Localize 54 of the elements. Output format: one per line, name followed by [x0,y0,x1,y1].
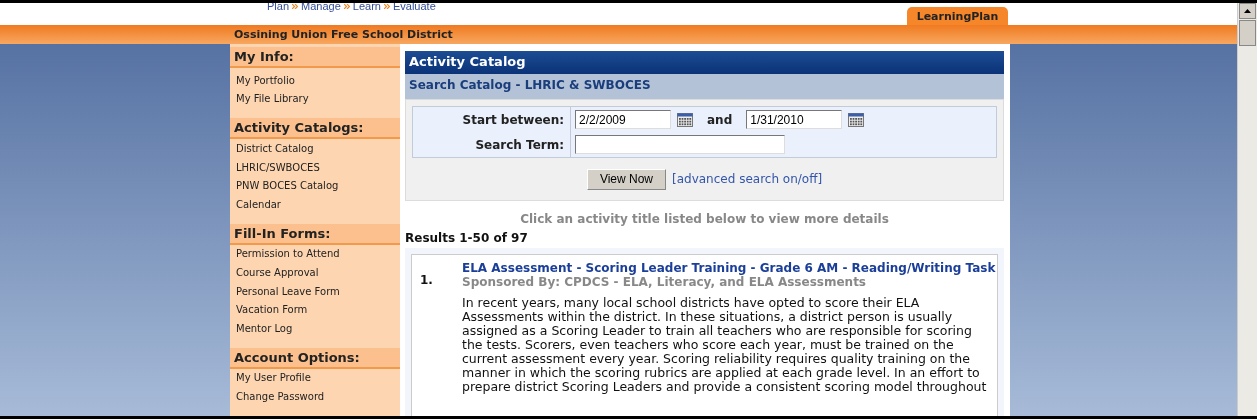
double-chevron-icon [383,3,390,9]
start-between-label: Start between: [413,107,571,132]
double-chevron-icon [343,3,350,9]
sidebar-heading: Account Options: [230,347,400,369]
scrollbar[interactable] [1237,3,1257,416]
panel-subtitle: Search Catalog - LHRIC & SWBOCES [405,74,1004,99]
description-line: current assessment every year. Scoring reliability requires quality training on the [462,352,971,366]
search-term-label: Search Term: [413,132,571,157]
description-line: Assessments within the district. In these situations, a district person is usually [462,310,954,324]
end-date-field[interactable]: 1/31/2010 [746,110,843,129]
sidebar-link[interactable]: PNW BOCES Catalog [230,176,400,195]
sidebar-link[interactable]: District Catalog [230,139,400,158]
calendar-icon[interactable] [848,112,865,127]
sidebar-link[interactable]: My User Profile [230,368,400,388]
app-tab[interactable]: LearningPlan [907,7,1008,25]
calendar-icon[interactable] [677,112,693,127]
sidebar-link[interactable]: Change Password [230,387,400,406]
double-chevron-icon [292,3,299,9]
and-label: and [707,112,733,127]
results-count: Results 1-50 of 97 [405,231,529,245]
sidebar-link[interactable]: Mentor Log [230,318,400,338]
sidebar-link[interactable]: My File Library [230,89,400,109]
sidebar-heading: Fill-In Forms: [230,223,400,245]
description-line: the tests. Scorers, even teachers who score each year, must be trained on the [462,338,954,352]
sponsor-text: Sponsored By: CPDCS - ELA, Literacy, and ELA Assessments [462,275,867,289]
activity-title-link[interactable]: ELA Assessment - Scoring Leader Training - Grade 6 AM - Reading/Writing Task [462,261,996,275]
scroll-thumb[interactable] [1239,20,1256,46]
top-nav-link[interactable]: Evaluate [392,3,436,12]
top-nav-link[interactable]: Learn [352,3,381,12]
sidebar-heading: Activity Catalogs: [230,118,400,140]
instruction-text: Click an activity title listed below to view more details [519,212,890,226]
description-line: assigned as a Scoring Leader to train all teachers who are responsible for scoring [462,324,973,338]
sidebar-link[interactable]: Vacation Form [230,300,400,319]
sidebar-link[interactable]: Course Approval [230,263,400,282]
scroll-up-button[interactable] [1239,3,1256,19]
description-line: prepare district Scoring Leaders and provide a consistent scoring model throughout [462,380,988,394]
sidebar-link[interactable]: Permission to Attend [230,244,400,264]
view-now-button[interactable]: View Now [586,168,666,190]
description-line: manner in which the scoring rubrics are applied at each grade level. In an effort to [462,366,981,380]
top-nav-link[interactable]: Plan [267,3,290,12]
result-number: 1. [420,273,434,289]
search-term-field[interactable] [575,135,785,154]
district-name: Ossining Union Free School District [234,28,453,41]
description-line: In recent years, many local school districts have opted to score their ELA [462,296,921,310]
sidebar-link[interactable]: My Portfolio [230,71,400,90]
up-arrow-icon [1244,9,1251,13]
sidebar-link[interactable]: Personal Leave Form [230,281,400,301]
top-nav-link[interactable]: Manage [301,3,341,12]
advanced-search-link[interactable]: [advanced search on/off] [672,172,823,186]
sidebar-heading: My Info: [230,47,400,68]
sidebar-link[interactable]: Calendar [230,194,400,214]
start-date-field[interactable]: 2/2/2009 [575,110,671,129]
sidebar-link[interactable]: LHRIC/SWBOCES [230,157,400,177]
panel-title: Activity Catalog [405,51,1004,74]
